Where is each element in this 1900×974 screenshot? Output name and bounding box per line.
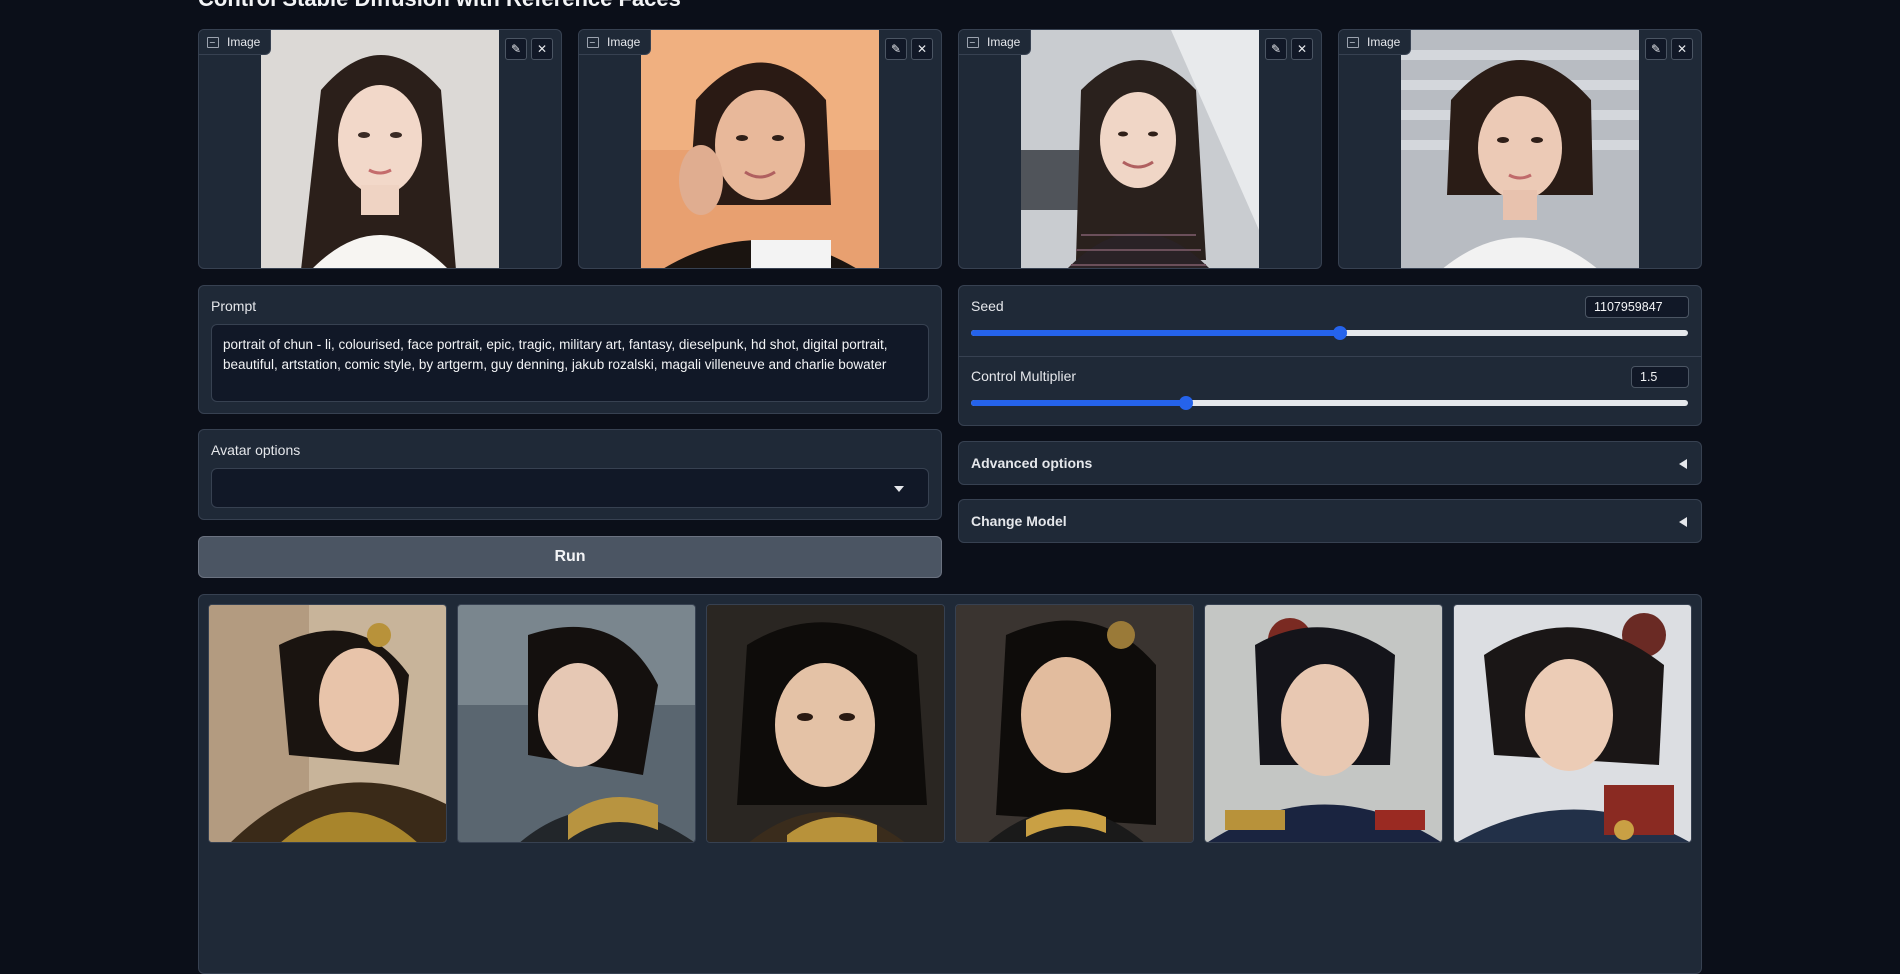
caret-left-icon <box>1679 517 1687 527</box>
seed-slider-thumb[interactable] <box>1333 326 1348 340</box>
seed-label: Seed <box>971 298 1004 314</box>
pencil-icon[interactable]: ✎ <box>1645 38 1667 60</box>
gallery-image-6[interactable] <box>1453 604 1692 843</box>
image-icon <box>967 36 979 48</box>
control-multiplier-slider-thumb[interactable] <box>1179 396 1194 410</box>
change-model-accordion[interactable]: Change Model <box>958 499 1702 543</box>
control-multiplier-label: Control Multiplier <box>971 368 1077 384</box>
reference-image-1[interactable]: Image ✎ ✕ <box>198 29 562 269</box>
change-model-label: Change Model <box>971 513 1067 529</box>
advanced-options-label: Advanced options <box>971 455 1093 471</box>
chevron-down-icon <box>894 486 904 492</box>
output-gallery <box>198 594 1702 974</box>
prompt-label: Prompt <box>211 298 257 314</box>
image-label: Image <box>579 30 652 55</box>
avatar-options-label: Avatar options <box>211 442 301 458</box>
pencil-icon[interactable]: ✎ <box>885 38 907 60</box>
image-label: Image <box>199 30 272 55</box>
reference-photo-2 <box>641 30 879 268</box>
seed-slider[interactable] <box>971 326 1688 340</box>
pencil-icon[interactable]: ✎ <box>1265 38 1287 60</box>
gallery-image-1[interactable] <box>208 604 447 843</box>
gallery-image-4[interactable] <box>955 604 1194 843</box>
reference-photo-4 <box>1401 30 1639 268</box>
image-icon <box>587 36 599 48</box>
close-icon[interactable]: ✕ <box>911 38 933 60</box>
image-label: Image <box>959 30 1032 55</box>
reference-photo-3 <box>1021 30 1259 268</box>
gallery-image-5[interactable] <box>1204 604 1443 843</box>
close-icon[interactable]: ✕ <box>1291 38 1313 60</box>
close-icon[interactable]: ✕ <box>1671 38 1693 60</box>
avatar-options-dropdown[interactable] <box>211 468 929 508</box>
close-icon[interactable]: ✕ <box>531 38 553 60</box>
reference-image-3[interactable]: Image ✎ ✕ <box>958 29 1322 269</box>
gallery-image-3[interactable] <box>706 604 945 843</box>
sliders-panel: Seed 1107959847 Control Multiplier 1.5 <box>958 285 1702 426</box>
reference-photo-1 <box>261 30 499 268</box>
image-icon <box>207 36 219 48</box>
reference-image-2[interactable]: Image ✎ ✕ <box>578 29 942 269</box>
control-multiplier-input[interactable]: 1.5 <box>1631 366 1689 388</box>
seed-input[interactable]: 1107959847 <box>1585 296 1689 318</box>
seed-slider-fill <box>971 330 1341 336</box>
reference-image-4[interactable]: Image ✎ ✕ <box>1338 29 1702 269</box>
avatar-options-panel: Avatar options <box>198 429 942 520</box>
image-label: Image <box>1339 30 1412 55</box>
control-multiplier-slider-fill <box>971 400 1187 406</box>
pencil-icon[interactable]: ✎ <box>505 38 527 60</box>
caret-left-icon <box>1679 459 1687 469</box>
prompt-panel: Prompt portrait of chun - li, colourised… <box>198 285 942 414</box>
page-title: Control Stable Diffusion with Reference … <box>198 0 681 12</box>
image-icon <box>1347 36 1359 48</box>
gallery-image-2[interactable] <box>457 604 696 843</box>
run-button[interactable]: Run <box>198 536 942 578</box>
advanced-options-accordion[interactable]: Advanced options <box>958 441 1702 485</box>
prompt-input[interactable]: portrait of chun - li, colourised, face … <box>211 324 929 402</box>
control-multiplier-slider[interactable] <box>971 396 1688 410</box>
